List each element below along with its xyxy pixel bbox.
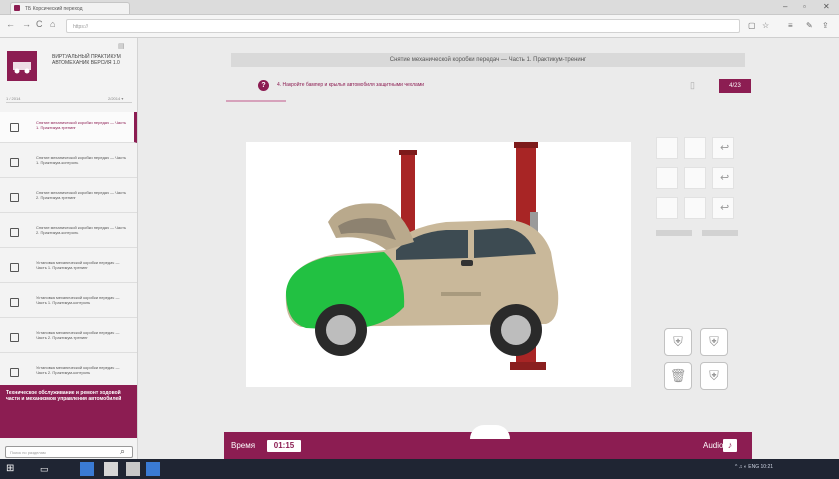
sidebar-item[interactable]: Снятие механической коробки передач — Ча… <box>0 112 137 143</box>
forward-button[interactable]: → <box>22 19 31 29</box>
document-icon <box>10 158 19 167</box>
task-instruction: 4. Накройте бампер и крылья автомобиля з… <box>277 82 425 88</box>
favorite-icon[interactable]: ☆ <box>762 21 769 30</box>
shield-tool-icon[interactable]: ⛨ <box>664 328 692 356</box>
sidebar-meta-left: 1 / 2014 <box>6 96 21 101</box>
home-button[interactable]: ⌂ <box>50 19 55 29</box>
tool-slot[interactable] <box>656 197 678 219</box>
workspace-stage[interactable] <box>246 142 631 387</box>
trash-icon[interactable]: 🗑 <box>664 362 692 390</box>
tool-slot[interactable] <box>684 167 706 189</box>
sidebar-item-label: Снятие механической коробки передач — Ча… <box>36 155 127 165</box>
slot-scroll-left[interactable] <box>656 230 692 236</box>
slot-scroll-right[interactable] <box>702 230 738 236</box>
tool-slot[interactable] <box>684 137 706 159</box>
footer-notch <box>470 425 510 439</box>
shield-tool-icon-3[interactable]: ⛨ <box>700 362 728 390</box>
store-app-icon[interactable] <box>126 462 140 476</box>
document-icon <box>10 263 19 272</box>
tool-slot[interactable] <box>684 197 706 219</box>
task-view-icon[interactable]: ▭ <box>40 462 54 476</box>
document-icon <box>10 368 19 377</box>
tool-slot[interactable]: ↩ <box>712 137 734 159</box>
audio-label: Audio <box>703 441 724 450</box>
reader-icon[interactable]: ▢ <box>748 21 756 30</box>
document-icon <box>10 193 19 202</box>
document-icon <box>10 123 19 132</box>
sidebar-item-label: Установка механической коробки передач —… <box>36 295 120 305</box>
sidebar-item-label: Установка механической коробки передач —… <box>36 365 120 375</box>
tool-slot[interactable] <box>656 167 678 189</box>
audio-icon[interactable]: ♪ <box>723 439 737 452</box>
back-button[interactable]: ← <box>6 19 15 29</box>
sidebar-item[interactable]: Установка механической коробки передач —… <box>0 357 137 388</box>
lesson-title: Снятие механической коробки передач — Ча… <box>231 53 745 67</box>
search-input[interactable]: Поиск по разделам <box>5 446 133 458</box>
tool-slot[interactable]: ↩ <box>712 167 734 189</box>
document-icon[interactable]: ▯ <box>690 80 695 91</box>
time-label: Время <box>231 441 256 450</box>
document-icon <box>10 333 19 342</box>
wrench-icon: ↩ <box>720 202 730 214</box>
hub-icon[interactable]: ≡ <box>788 21 793 30</box>
document-icon <box>10 298 19 307</box>
sidebar-item[interactable]: Снятие механической коробки передач — Ча… <box>0 217 137 248</box>
sidebar-item-label: Снятие механической коробки передач — Ча… <box>36 225 127 235</box>
task-counter: 4/23 <box>719 79 751 93</box>
sidebar-divider <box>6 102 132 103</box>
share-icon[interactable]: ⇪ <box>822 21 829 30</box>
browser-app-icon[interactable] <box>80 462 94 476</box>
wrench-icon: ↩ <box>720 142 730 154</box>
url-field[interactable]: https:// <box>66 19 740 33</box>
mail-app-icon[interactable] <box>146 462 160 476</box>
sidebar-item-label: Установка механической коробки передач —… <box>36 260 120 270</box>
sidebar-item-label: Установка механической коробки передач —… <box>36 330 120 340</box>
reload-button[interactable]: C <box>36 19 43 29</box>
task-progress-line <box>226 100 286 102</box>
maximize-icon[interactable]: ▫ <box>803 2 806 11</box>
sidebar-item[interactable]: Снятие механической коробки передач — Ча… <box>0 147 137 178</box>
sidebar-item[interactable]: Установка механической коробки передач —… <box>0 252 137 283</box>
note-icon[interactable]: ✎ <box>806 21 813 30</box>
help-icon[interactable]: ? <box>258 80 269 91</box>
document-icon <box>10 228 19 237</box>
browser-tab[interactable]: ТБ Корсический переход <box>10 2 130 14</box>
shield-tool-icon-2[interactable]: ⛨ <box>700 328 728 356</box>
system-tray: ^ ♫ ◐ ENG 10:21 <box>735 464 774 470</box>
course-banner[interactable]: Техническое обслуживание и ремонт ходово… <box>0 385 137 438</box>
car-lift-illustration <box>285 142 559 370</box>
sidebar-meta-right[interactable]: 2/2014 ▾ <box>108 96 123 101</box>
close-icon[interactable]: ✕ <box>823 2 830 11</box>
sidebar-item[interactable]: Установка механической коробки передач —… <box>0 322 137 353</box>
start-icon[interactable]: ⊞ <box>6 462 20 476</box>
minimize-icon[interactable]: – <box>783 2 787 11</box>
tab-title: ТБ Корсический переход <box>25 6 83 12</box>
explorer-app-icon[interactable] <box>104 462 118 476</box>
tool-slot[interactable]: ↩ <box>712 197 734 219</box>
time-value: 01:15 <box>267 440 301 452</box>
wrench-icon: ↩ <box>720 172 730 184</box>
sidebar-item[interactable]: Снятие механической коробки передач — Ча… <box>0 182 137 213</box>
sidebar-item[interactable]: Установка механической коробки передач —… <box>0 287 137 318</box>
sidebar-collapse-icon[interactable]: ▤ <box>118 42 125 50</box>
app-logo <box>7 51 37 81</box>
sidebar-item-label: Снятие механической коробки передач — Ча… <box>36 120 127 130</box>
search-icon[interactable]: ⌕ <box>120 446 125 457</box>
tool-slot[interactable] <box>656 137 678 159</box>
app-name: ВИРТУАЛЬНЫЙ ПРАКТИКУМ АВТОМЕХАНИК ВЕРСИЯ… <box>52 54 121 66</box>
tab-favicon-icon <box>14 5 20 11</box>
sidebar-item-label: Снятие механической коробки передач — Ча… <box>36 190 127 200</box>
